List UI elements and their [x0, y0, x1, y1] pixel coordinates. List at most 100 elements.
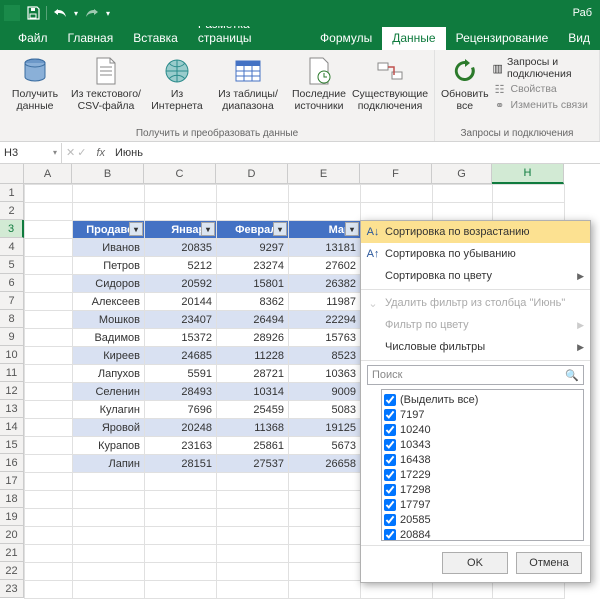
row-header[interactable]: 1 [0, 184, 24, 202]
column-headers: ABCDEFGH [24, 164, 564, 184]
column-header[interactable]: F [360, 164, 432, 184]
recent-icon [303, 55, 335, 87]
queries-connections-button[interactable]: ▥Запросы и подключения [493, 55, 593, 81]
sort-by-color-item[interactable]: Сортировка по цвету▶ [361, 265, 590, 287]
filter-value-checkbox[interactable]: (Выделить все) [384, 392, 581, 407]
from-web-button[interactable]: Из Интернета [148, 53, 206, 112]
properties-icon: ☷ [493, 82, 507, 96]
globe-icon [161, 55, 193, 87]
row-header[interactable]: 13 [0, 400, 24, 418]
text-file-icon [90, 55, 122, 87]
group-label: Получить и преобразовать данные [6, 126, 428, 139]
row-header[interactable]: 5 [0, 256, 24, 274]
column-header[interactable]: G [432, 164, 492, 184]
number-filters-item[interactable]: Числовые фильтры▶ [361, 336, 590, 358]
row-header[interactable]: 17 [0, 472, 24, 490]
fx-icon[interactable]: fx [90, 147, 111, 159]
filter-toggle[interactable]: ▾ [129, 222, 143, 236]
properties-button[interactable]: ☷Свойства [493, 81, 593, 97]
name-box[interactable]: H3▾ [0, 143, 62, 163]
filter-toggle[interactable]: ▾ [201, 222, 215, 236]
row-header[interactable]: 14 [0, 418, 24, 436]
sort-ascending-item[interactable]: A↓ Сортировка по возрастанию [361, 221, 590, 243]
tab-рецензирование[interactable]: Рецензирование [446, 27, 559, 50]
tab-формулы[interactable]: Формулы [310, 27, 382, 50]
undo-button[interactable] [49, 2, 71, 24]
formula-input[interactable]: Июнь [111, 147, 600, 159]
sort-asc-icon: A↓ [365, 226, 381, 238]
filter-value-checkbox[interactable]: 10343 [384, 437, 581, 452]
clear-filter-icon: ⌄ [365, 297, 381, 310]
filter-value-checkbox[interactable]: 10240 [384, 422, 581, 437]
filter-value-checkbox[interactable]: 17229 [384, 467, 581, 482]
filter-search-input[interactable]: Поиск 🔍 [367, 365, 584, 385]
row-header[interactable]: 19 [0, 508, 24, 526]
edit-links-button[interactable]: ⚭Изменить связи [493, 97, 593, 113]
undo-dropdown[interactable]: ▾ [71, 2, 81, 24]
row-header[interactable]: 22 [0, 562, 24, 580]
select-all-corner[interactable] [0, 164, 24, 184]
row-header[interactable]: 15 [0, 436, 24, 454]
filter-values-list[interactable]: (Выделить все)71971024010343164381722917… [381, 389, 584, 541]
connections-icon [374, 55, 406, 87]
database-icon [19, 55, 51, 87]
row-header[interactable]: 18 [0, 490, 24, 508]
column-header[interactable]: H [492, 164, 564, 184]
column-header[interactable]: C [144, 164, 216, 184]
tab-данные[interactable]: Данные [382, 27, 445, 50]
column-header[interactable]: B [72, 164, 144, 184]
row-header[interactable]: 16 [0, 454, 24, 472]
row-header[interactable]: 20 [0, 526, 24, 544]
group-label: Запросы и подключения [441, 126, 593, 139]
filter-value-checkbox[interactable]: 17298 [384, 482, 581, 497]
filter-value-checkbox[interactable]: 20585 [384, 512, 581, 527]
column-header[interactable]: D [216, 164, 288, 184]
save-button[interactable] [22, 2, 44, 24]
search-icon: 🔍 [565, 369, 579, 382]
refresh-all-button[interactable]: Обновить все [441, 53, 489, 113]
row-header[interactable]: 9 [0, 328, 24, 346]
ok-button[interactable]: OK [442, 552, 508, 574]
row-header[interactable]: 12 [0, 382, 24, 400]
row-header[interactable]: 4 [0, 238, 24, 256]
recent-sources-button[interactable]: Последние источники [290, 53, 348, 112]
row-header[interactable]: 21 [0, 544, 24, 562]
filter-value-checkbox[interactable]: 17797 [384, 497, 581, 512]
cancel-button[interactable]: Отмена [516, 552, 582, 574]
side-panel-icon: ▥ [493, 61, 503, 75]
filter-toggle[interactable]: ▾ [345, 222, 359, 236]
system-menu-icon[interactable] [4, 5, 20, 21]
qat-customize[interactable]: ▾ [103, 2, 113, 24]
accept-formula-icon[interactable]: ✓ [77, 146, 86, 159]
row-header[interactable]: 6 [0, 274, 24, 292]
column-header[interactable]: E [288, 164, 360, 184]
filter-value-checkbox[interactable]: 7197 [384, 407, 581, 422]
filter-toggle[interactable]: ▾ [273, 222, 287, 236]
existing-connections-button[interactable]: Существующие подключения [352, 53, 428, 112]
filter-value-checkbox[interactable]: 20884 [384, 527, 581, 541]
formula-bar: H3▾ ✕ ✓ fx Июнь [0, 142, 600, 164]
row-header[interactable]: 7 [0, 292, 24, 310]
row-header[interactable]: 11 [0, 364, 24, 382]
cancel-formula-icon[interactable]: ✕ [66, 146, 75, 159]
tab-вид[interactable]: Вид [558, 27, 600, 50]
filter-dropdown: A↓ Сортировка по возрастанию A↑ Сортиров… [360, 220, 591, 583]
ribbon: Получить данные Из текстового/ CSV-файла… [0, 50, 600, 142]
tab-файл[interactable]: Файл [8, 27, 58, 50]
row-header[interactable]: 2 [0, 202, 24, 220]
get-data-button[interactable]: Получить данные [6, 53, 64, 112]
tab-вставка[interactable]: Вставка [123, 27, 188, 50]
from-csv-button[interactable]: Из текстового/ CSV-файла [68, 53, 144, 112]
clear-filter-item: ⌄ Удалить фильтр из столбца "Июнь" [361, 292, 590, 314]
from-table-button[interactable]: Из таблицы/ диапазона [210, 53, 286, 112]
row-header[interactable]: 23 [0, 580, 24, 598]
row-header[interactable]: 3 [0, 220, 24, 238]
filter-value-checkbox[interactable]: 16438 [384, 452, 581, 467]
row-header[interactable]: 8 [0, 310, 24, 328]
redo-button[interactable] [81, 2, 103, 24]
sort-descending-item[interactable]: A↑ Сортировка по убыванию [361, 243, 590, 265]
tab-главная[interactable]: Главная [58, 27, 124, 50]
column-header[interactable]: A [24, 164, 72, 184]
link-icon: ⚭ [493, 98, 507, 112]
row-header[interactable]: 10 [0, 346, 24, 364]
